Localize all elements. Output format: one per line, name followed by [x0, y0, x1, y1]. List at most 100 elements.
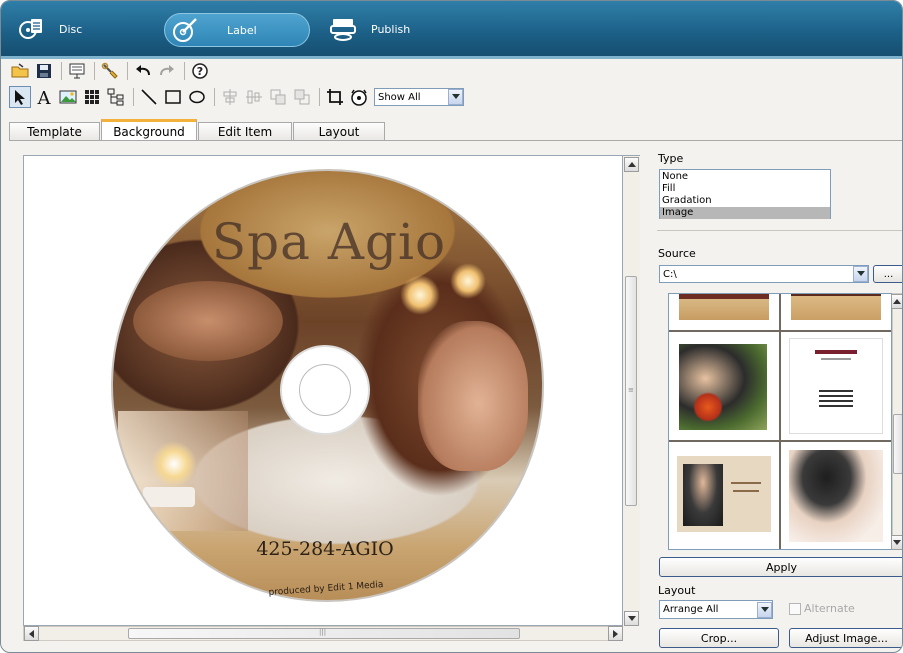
- tab-edit-item[interactable]: Edit Item: [198, 122, 292, 141]
- toolbar-separator: [94, 62, 95, 80]
- help-icon[interactable]: ?: [189, 60, 211, 82]
- toolbar-separator: [127, 62, 128, 80]
- gallery-thumbnail[interactable]: [781, 442, 891, 549]
- select-arrow-icon[interactable]: [9, 86, 31, 108]
- label-disc-icon: [171, 16, 199, 44]
- chevron-down-icon[interactable]: [448, 89, 463, 105]
- layout-value: Arrange All: [663, 604, 719, 615]
- svg-text:?: ?: [197, 65, 203, 78]
- scroll-right-icon[interactable]: [608, 626, 623, 641]
- disc-phone-text[interactable]: 425-284-AGIO: [225, 538, 425, 560]
- toolbar-separator: [133, 88, 134, 106]
- apply-button[interactable]: Apply: [659, 557, 902, 577]
- gallery-thumbnail[interactable]: [669, 442, 779, 549]
- crop-button[interactable]: Crop...: [659, 628, 779, 648]
- mode-label-text: Label: [227, 23, 257, 37]
- disc-stack-icon: [17, 15, 45, 43]
- settings-wrench-icon[interactable]: [99, 60, 121, 82]
- type-listbox[interactable]: None Fill Gradation Image: [659, 169, 831, 219]
- scroll-left-icon[interactable]: [24, 626, 39, 641]
- publish-printer-icon: [329, 15, 357, 43]
- thumbnail-image: [679, 294, 769, 320]
- type-option-fill[interactable]: Fill: [660, 183, 830, 195]
- main-toolbar: ?: [9, 59, 213, 83]
- crop-tool-icon[interactable]: [324, 86, 346, 108]
- thumbnail-logos: [819, 390, 853, 410]
- candle: [143, 487, 195, 507]
- print-preview-icon[interactable]: [66, 60, 88, 82]
- app-window: Disc Label Publish ? A Show All Template…: [0, 0, 903, 653]
- toolbar-separator: [184, 62, 185, 80]
- layout-label: Layout: [658, 584, 696, 597]
- toolbar-separator: [319, 88, 320, 106]
- source-select[interactable]: C:\: [659, 265, 869, 283]
- scroll-down-icon[interactable]: [624, 611, 639, 626]
- panel-divider: [657, 230, 902, 231]
- disc-hub-hole: [299, 364, 351, 416]
- open-folder-icon[interactable]: [9, 60, 31, 82]
- grip-icon: |||: [319, 628, 327, 636]
- line-tool-icon[interactable]: [138, 86, 160, 108]
- disc-title-text[interactable]: Spa Agio: [189, 213, 469, 271]
- redo-icon[interactable]: [156, 60, 178, 82]
- thumbnail-bouquet: [693, 392, 723, 422]
- mode-publish-label: Publish: [371, 22, 411, 36]
- tab-background[interactable]: Background: [101, 119, 197, 141]
- send-backward-icon[interactable]: [291, 86, 313, 108]
- bring-forward-icon[interactable]: [267, 86, 289, 108]
- tab-layout[interactable]: Layout: [293, 122, 385, 141]
- mode-label[interactable]: Label: [164, 13, 310, 47]
- svg-text:A: A: [37, 88, 52, 106]
- gallery-thumbnail[interactable]: [669, 332, 779, 440]
- text-tool-icon[interactable]: A: [33, 86, 55, 108]
- view-filter-value: Show All: [378, 91, 421, 103]
- align-center-icon[interactable]: [219, 86, 241, 108]
- undo-icon[interactable]: [132, 60, 154, 82]
- chevron-down-icon[interactable]: [757, 601, 772, 618]
- type-option-none[interactable]: None: [660, 171, 830, 183]
- alternate-checkbox[interactable]: [789, 603, 801, 615]
- view-filter-select[interactable]: Show All: [374, 88, 464, 106]
- image-tool-icon[interactable]: [57, 86, 79, 108]
- thumbnail-image: [789, 450, 883, 542]
- thumbnail-text: [731, 482, 761, 484]
- chevron-down-icon[interactable]: [853, 266, 868, 282]
- scroll-thumb[interactable]: [893, 414, 902, 474]
- tab-bar: Template Background Edit Item Layout: [9, 119, 386, 141]
- type-option-gradation[interactable]: Gradation: [660, 195, 830, 207]
- mode-disc[interactable]: Disc: [17, 11, 82, 47]
- scroll-down-icon[interactable]: [891, 535, 902, 550]
- source-value: C:\: [663, 268, 677, 280]
- ellipse-tool-icon[interactable]: [186, 86, 208, 108]
- browse-button[interactable]: ...: [873, 265, 902, 283]
- canvas-horizontal-scrollbar[interactable]: |||: [23, 626, 623, 641]
- tab-label: Background: [113, 124, 185, 139]
- rectangle-tool-icon[interactable]: [162, 86, 184, 108]
- gallery-thumbnail[interactable]: [781, 294, 891, 330]
- save-icon[interactable]: [33, 60, 55, 82]
- image-gallery[interactable]: [668, 293, 892, 550]
- layout-select[interactable]: Arrange All: [659, 600, 773, 619]
- gallery-scrollbar[interactable]: [891, 293, 902, 550]
- thumbnail-image: [791, 294, 881, 320]
- gallery-thumbnail[interactable]: [781, 332, 891, 440]
- type-option-image[interactable]: Image: [660, 207, 830, 219]
- grid-tool-icon[interactable]: [81, 86, 103, 108]
- thumbnail-couple: [683, 464, 723, 526]
- disc-view-icon[interactable]: [348, 86, 370, 108]
- candle-glow: [151, 441, 197, 487]
- mode-publish[interactable]: Publish: [329, 11, 410, 47]
- tab-divider: [9, 140, 902, 141]
- thumbnail-image: [679, 344, 767, 430]
- thumbnail-text: [733, 490, 759, 492]
- scroll-up-icon[interactable]: [891, 294, 902, 309]
- canvas-vertical-scrollbar[interactable]: ≡: [623, 155, 640, 626]
- tree-tool-icon[interactable]: [105, 86, 127, 108]
- toolbar-separator: [214, 88, 215, 106]
- scroll-up-icon[interactable]: [624, 157, 639, 172]
- mode-bar: Disc Label Publish: [1, 1, 902, 59]
- adjust-image-button[interactable]: Adjust Image...: [789, 628, 902, 648]
- gallery-thumbnail[interactable]: [669, 294, 779, 330]
- align-middle-icon[interactable]: [243, 86, 265, 108]
- tab-template[interactable]: Template: [9, 122, 100, 141]
